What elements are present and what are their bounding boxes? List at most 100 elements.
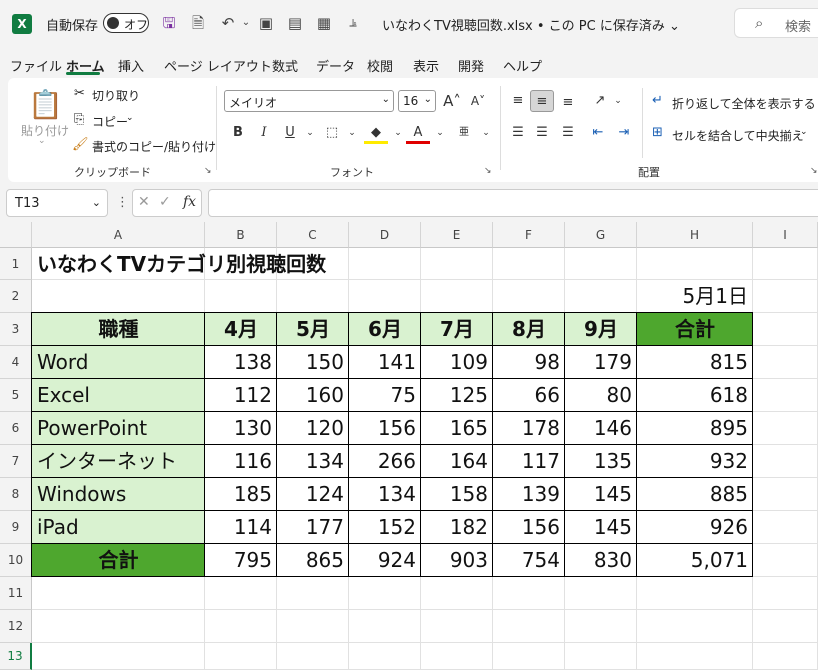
phonetic-guide-icon[interactable]: 亜 (452, 122, 476, 144)
tab-help[interactable]: ヘルプ (503, 56, 542, 75)
alignment-launcher-icon[interactable]: ↘ (810, 166, 818, 176)
category-cell[interactable]: インターネット (32, 445, 205, 478)
total-value-cell[interactable]: 865 (277, 544, 349, 577)
category-cell[interactable]: Excel (32, 379, 205, 412)
value-cell[interactable]: 618 (637, 379, 753, 412)
column-header-d[interactable]: D (349, 222, 421, 248)
row-header-5[interactable]: 5 (0, 379, 32, 412)
merge-center-button[interactable]: セルを結合して中央揃え (672, 127, 804, 144)
value-cell[interactable]: 932 (637, 445, 753, 478)
form-icon[interactable]: ▤ (285, 13, 305, 33)
header-cell[interactable]: 職種 (32, 313, 205, 346)
value-cell[interactable]: 117 (493, 445, 565, 478)
font-launcher-icon[interactable]: ↘ (484, 166, 492, 176)
orientation-dropdown-icon[interactable]: ⌄ (606, 90, 630, 112)
cancel-icon[interactable]: ✕ (138, 194, 150, 210)
value-cell[interactable]: 156 (349, 412, 421, 445)
value-cell[interactable]: 116 (205, 445, 277, 478)
value-cell[interactable]: 156 (493, 511, 565, 544)
decrease-font-icon[interactable]: A˅ (466, 90, 490, 112)
select-all-corner[interactable] (0, 222, 32, 248)
value-cell[interactable]: 130 (205, 412, 277, 445)
header-cell[interactable]: 7月 (421, 313, 493, 346)
wrap-text-button[interactable]: 折り返して全体を表示する (672, 95, 816, 112)
column-header-f[interactable]: F (493, 222, 565, 248)
value-cell[interactable]: 66 (493, 379, 565, 412)
row-header-10[interactable]: 10 (0, 544, 32, 577)
value-cell[interactable]: 75 (349, 379, 421, 412)
autosave-toggle[interactable]: オフ (103, 13, 149, 33)
format-painter-button[interactable]: 書式のコピー/貼り付け (92, 138, 216, 155)
value-cell[interactable]: 98 (493, 346, 565, 379)
column-header-e[interactable]: E (421, 222, 493, 248)
row-header-12[interactable]: 12 (0, 610, 32, 643)
value-cell[interactable]: 926 (637, 511, 753, 544)
total-value-cell[interactable]: 5,071 (637, 544, 753, 577)
border-dropdown-icon[interactable]: ⌄ (340, 122, 364, 144)
value-cell[interactable]: 138 (205, 346, 277, 379)
paste-dropdown-icon[interactable]: ⌄ (38, 136, 46, 146)
header-cell[interactable]: 4月 (205, 313, 277, 346)
value-cell[interactable]: 141 (349, 346, 421, 379)
font-color-dropdown-icon[interactable]: ⌄ (428, 122, 452, 144)
decrease-indent-icon[interactable]: ⇤ (586, 122, 610, 144)
calculator-icon[interactable]: ▦ (314, 13, 334, 33)
row-header-1[interactable]: 1 (0, 248, 32, 280)
column-header-i[interactable]: I (753, 222, 818, 248)
align-center-icon[interactable]: ☰ (530, 122, 554, 144)
merge-dropdown-icon[interactable]: ⌄ (800, 127, 808, 137)
header-cell[interactable]: 8月 (493, 313, 565, 346)
column-header-h[interactable]: H (637, 222, 753, 248)
column-header-g[interactable]: G (565, 222, 637, 248)
column-header-b[interactable]: B (205, 222, 277, 248)
column-header-c[interactable]: C (277, 222, 349, 248)
align-middle-icon[interactable]: ≡ (530, 90, 554, 112)
align-bottom-icon[interactable]: ≡ (556, 92, 580, 114)
value-cell[interactable]: 124 (277, 478, 349, 511)
row-header-6[interactable]: 6 (0, 412, 32, 445)
value-cell[interactable]: 160 (277, 379, 349, 412)
spreadsheet-grid[interactable]: A B C D E F G H I 1 2 3 4 5 6 7 8 9 10 11 12 13 いなわくTVカテゴリ別視聴回… (0, 222, 818, 670)
bold-button[interactable]: B (226, 122, 250, 144)
total-label-cell[interactable]: 合計 (32, 544, 205, 577)
date-cell[interactable]: 5月1日 (637, 280, 753, 313)
enter-icon[interactable]: ✓ (159, 194, 171, 210)
row-header-4[interactable]: 4 (0, 346, 32, 379)
value-cell[interactable]: 178 (493, 412, 565, 445)
paste-icon[interactable]: 📋 (28, 88, 63, 121)
row-header-7[interactable]: 7 (0, 445, 32, 478)
font-size-box[interactable]: 16 ⌄ (398, 90, 436, 112)
tab-formulas[interactable]: 数式 (272, 56, 298, 75)
header-cell[interactable]: 6月 (349, 313, 421, 346)
align-right-icon[interactable]: ☰ (556, 122, 580, 144)
header-cell[interactable]: 合計 (637, 313, 753, 346)
document-title[interactable]: いなわくTV視聴回数.xlsx • この PC に保存済み ⌄ (382, 15, 680, 34)
value-cell[interactable]: 165 (421, 412, 493, 445)
value-cell[interactable]: 125 (421, 379, 493, 412)
font-color-icon[interactable]: A (406, 122, 430, 144)
font-name-box[interactable]: メイリオ ⌄ (224, 90, 394, 112)
value-cell[interactable]: 152 (349, 511, 421, 544)
value-cell[interactable]: 145 (565, 478, 637, 511)
tab-view[interactable]: 表示 (413, 56, 439, 75)
row-header-11[interactable]: 11 (0, 577, 32, 610)
total-value-cell[interactable]: 795 (205, 544, 277, 577)
copy-dropdown-icon[interactable]: ⌄ (126, 113, 134, 123)
row-header-13[interactable]: 13 (0, 643, 32, 670)
clipboard-launcher-icon[interactable]: ↘ (204, 166, 212, 176)
value-cell[interactable]: 109 (421, 346, 493, 379)
value-cell[interactable]: 185 (205, 478, 277, 511)
value-cell[interactable]: 179 (565, 346, 637, 379)
row-header-9[interactable]: 9 (0, 511, 32, 544)
value-cell[interactable]: 134 (349, 478, 421, 511)
tab-page-layout[interactable]: ページ レイアウト (164, 56, 272, 75)
underline-dropdown-icon[interactable]: ⌄ (298, 122, 322, 144)
align-top-icon[interactable]: ≡ (506, 90, 530, 112)
total-value-cell[interactable]: 830 (565, 544, 637, 577)
value-cell[interactable]: 146 (565, 412, 637, 445)
value-cell[interactable]: 266 (349, 445, 421, 478)
column-header-a[interactable]: A (32, 222, 205, 248)
value-cell[interactable]: 158 (421, 478, 493, 511)
copy-button[interactable]: コピー (92, 113, 128, 130)
phonetic-dropdown-icon[interactable]: ⌄ (474, 122, 498, 144)
